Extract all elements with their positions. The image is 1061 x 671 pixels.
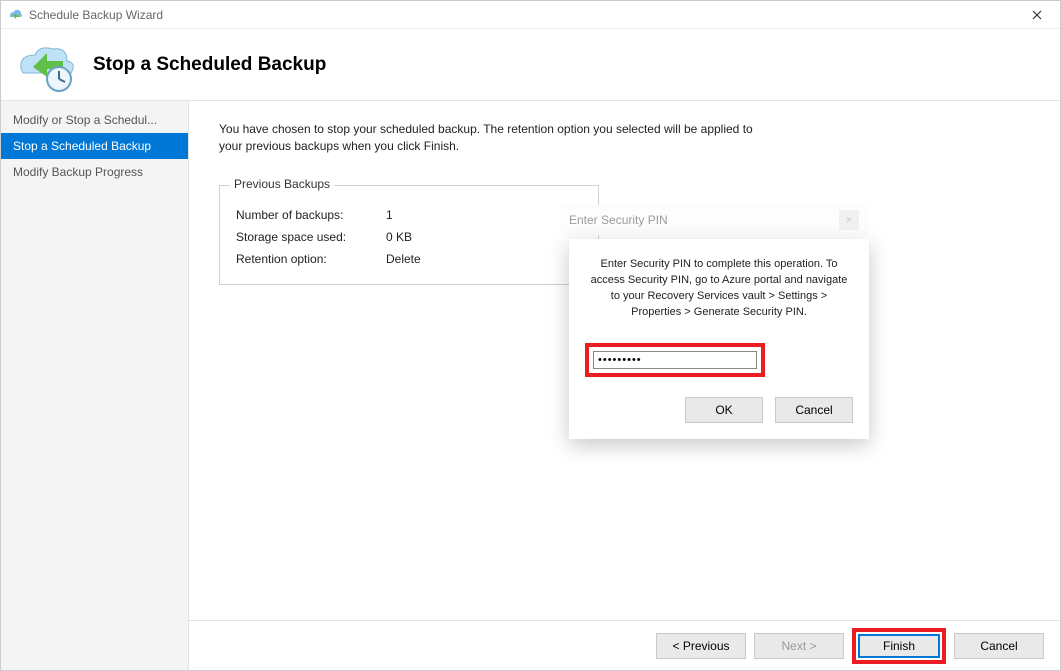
wizard-steps-sidebar: Modify or Stop a Schedul... Stop a Sched… — [1, 101, 189, 670]
label-storage-used: Storage space used: — [236, 230, 386, 244]
security-pin-input[interactable] — [593, 351, 757, 369]
dialog-button-row: OK Cancel — [585, 397, 853, 423]
window-title: Schedule Backup Wizard — [29, 8, 1014, 22]
security-pin-dialog: Enter Security PIN to complete this oper… — [569, 239, 869, 439]
wizard-content: You have chosen to stop your scheduled b… — [189, 101, 1060, 620]
cancel-button[interactable]: Cancel — [954, 633, 1044, 659]
sidebar-item-modify-or-stop[interactable]: Modify or Stop a Schedul... — [1, 107, 188, 133]
finish-button[interactable]: Finish — [858, 634, 940, 658]
label-retention-option: Retention option: — [236, 252, 386, 266]
value-retention-option: Delete — [386, 252, 421, 266]
security-pin-placeholder-text: Enter Security PIN — [569, 213, 668, 227]
clear-icon[interactable]: × — [839, 210, 859, 230]
titlebar: Schedule Backup Wizard — [1, 1, 1060, 29]
dialog-message: Enter Security PIN to complete this oper… — [585, 257, 853, 321]
value-storage-used: 0 KB — [386, 230, 412, 244]
wizard-footer: < Previous Next > Finish Cancel — [189, 620, 1060, 670]
page-title: Stop a Scheduled Backup — [93, 54, 326, 76]
row-number-of-backups: Number of backups: 1 — [236, 208, 582, 222]
backup-cloud-clock-icon — [13, 37, 83, 93]
label-number-of-backups: Number of backups: — [236, 208, 386, 222]
fieldset-legend: Previous Backups — [230, 177, 334, 191]
value-number-of-backups: 1 — [386, 208, 393, 222]
previous-button[interactable]: < Previous — [656, 633, 746, 659]
security-pin-placeholder-bar[interactable]: Enter Security PIN × — [559, 205, 869, 235]
dialog-cancel-button[interactable]: Cancel — [775, 397, 853, 423]
pin-input-highlight — [585, 343, 765, 377]
sidebar-item-modify-progress[interactable]: Modify Backup Progress — [1, 159, 188, 185]
sidebar-item-stop-scheduled[interactable]: Stop a Scheduled Backup — [1, 133, 188, 159]
row-retention-option: Retention option: Delete — [236, 252, 582, 266]
dialog-ok-button[interactable]: OK — [685, 397, 763, 423]
wizard-body: Modify or Stop a Schedul... Stop a Sched… — [1, 101, 1060, 670]
finish-button-highlight: Finish — [852, 628, 946, 664]
app-icon — [7, 7, 23, 23]
wizard-window: Schedule Backup Wizard Stop a Scheduled … — [0, 0, 1061, 671]
previous-backups-fieldset: Previous Backups Number of backups: 1 St… — [219, 185, 599, 285]
next-button: Next > — [754, 633, 844, 659]
window-close-button[interactable] — [1014, 1, 1060, 29]
row-storage-used: Storage space used: 0 KB — [236, 230, 582, 244]
intro-text: You have chosen to stop your scheduled b… — [219, 121, 779, 155]
wizard-main: You have chosen to stop your scheduled b… — [189, 101, 1060, 670]
wizard-header: Stop a Scheduled Backup — [1, 29, 1060, 101]
